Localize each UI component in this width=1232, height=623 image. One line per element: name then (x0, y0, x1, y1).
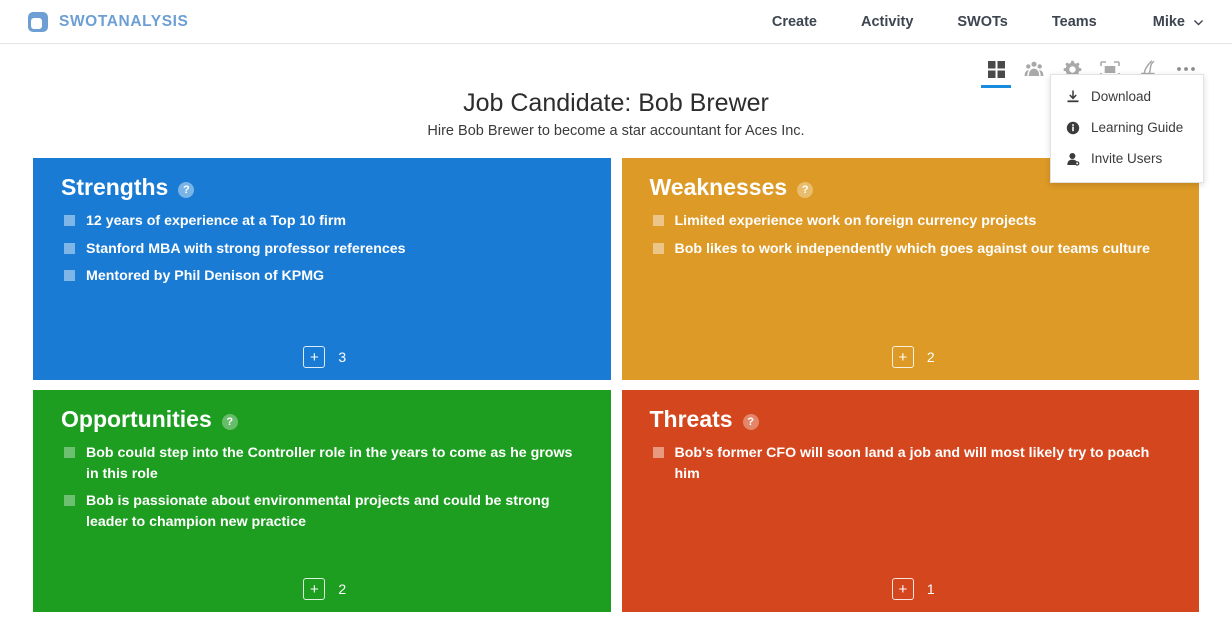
card-title-opportunities: Opportunities (61, 406, 212, 432)
card-footer-strengths: + 3 (61, 346, 589, 368)
nav-item-teams[interactable]: Teams (1030, 14, 1119, 30)
bullet-icon[interactable] (64, 270, 75, 282)
menu-item-download-label: Download (1091, 89, 1152, 104)
info-circle-icon (1065, 120, 1080, 135)
list-item-text: Mentored by Phil Denison of KPMG (86, 268, 325, 285)
grid-view-icon[interactable] (978, 54, 1014, 88)
list-item[interactable]: Bob's former CFO will soon land a job an… (652, 443, 1178, 484)
bullet-icon[interactable] (64, 242, 75, 254)
menu-item-learning-guide-label: Learning Guide (1091, 120, 1184, 135)
nav-item-create[interactable]: Create (750, 14, 839, 30)
question-mark-icon[interactable]: ? (742, 413, 759, 430)
nav-links: Create Activity SWOTs Teams Mike (750, 14, 1210, 30)
item-list-strengths: 12 years of experience at a Top 10 firm … (61, 211, 589, 294)
card-title-strengths: Strengths (61, 174, 169, 200)
download-icon (1065, 89, 1080, 104)
list-item-text: Bob likes to work independently which go… (674, 240, 1150, 257)
team-people-icon[interactable] (1016, 54, 1052, 84)
card-header-opportunities: Opportunities ? (61, 408, 589, 431)
swot-card-weaknesses: Weaknesses ? Limited experience work on … (621, 158, 1199, 380)
swot-card-threats: Threats ? Bob's former CFO will soon lan… (621, 390, 1199, 612)
card-footer-opportunities: + 2 (61, 578, 589, 600)
list-item-text: Bob is passionate about environmental pr… (86, 493, 550, 530)
swot-card-opportunities: Opportunities ? Bob could step into the … (33, 390, 611, 612)
swot-card-strengths: Strengths ? 12 years of experience at a … (33, 158, 611, 380)
item-count: 2 (338, 581, 347, 597)
item-count: 2 (926, 349, 935, 365)
item-list-threats: Bob's former CFO will soon land a job an… (650, 443, 1178, 491)
item-count: 3 (338, 349, 347, 365)
menu-item-learning-guide[interactable]: Learning Guide (1051, 112, 1203, 143)
item-count: 1 (926, 581, 935, 597)
list-item-text: Stanford MBA with strong professor refer… (86, 240, 406, 257)
list-item-text: Limited experience work on foreign curre… (674, 213, 1037, 229)
list-item-text: Bob could step into the Controller role … (86, 445, 573, 482)
question-mark-icon[interactable]: ? (178, 181, 195, 198)
user-menu[interactable]: Mike (1119, 14, 1210, 30)
list-item[interactable]: Limited experience work on foreign curre… (652, 211, 1178, 232)
card-footer-threats: + 1 (650, 578, 1178, 600)
list-item-text: Bob's former CFO will soon land a job an… (674, 445, 1150, 482)
item-list-opportunities: Bob could step into the Controller role … (61, 443, 589, 539)
page-subtitle: Hire Bob Brewer to become a star account… (427, 123, 805, 139)
view-toolbar (0, 44, 1232, 88)
list-item[interactable]: Bob likes to work independently which go… (652, 239, 1178, 260)
menu-item-download[interactable]: Download (1051, 81, 1203, 112)
brand-name: SWOTANALYSIS (59, 12, 189, 30)
list-item[interactable]: 12 years of experience at a Top 10 firm (64, 211, 589, 232)
swot-logo-icon (28, 11, 48, 32)
brand-logo[interactable]: SWOTANALYSIS (28, 11, 189, 32)
top-navbar: SWOTANALYSIS Create Activity SWOTs Teams… (0, 0, 1232, 44)
card-title-weaknesses: Weaknesses (649, 174, 788, 200)
add-item-button[interactable]: + (303, 578, 326, 600)
more-options-dropdown: Download Learning Guide Invite Users (1050, 74, 1204, 183)
menu-item-invite-users-label: Invite Users (1091, 151, 1163, 166)
user-name: Mike (1152, 13, 1185, 30)
card-footer-weaknesses: + 2 (650, 346, 1178, 368)
card-title-threats: Threats (649, 406, 733, 432)
add-item-button[interactable]: + (303, 346, 326, 368)
card-header-strengths: Strengths ? (61, 176, 589, 199)
bullet-icon[interactable] (652, 242, 664, 254)
chevron-down-icon (1193, 16, 1204, 27)
bullet-icon[interactable] (64, 495, 75, 507)
user-add-icon (1065, 151, 1080, 166)
page-header: Job Candidate: Bob Brewer Hire Bob Brewe… (0, 88, 1232, 139)
bullet-icon[interactable] (64, 447, 75, 458)
list-item[interactable]: Stanford MBA with strong professor refer… (64, 239, 589, 260)
card-header-threats: Threats ? (650, 408, 1178, 431)
nav-item-swots[interactable]: SWOTs (935, 14, 1029, 30)
menu-item-invite-users[interactable]: Invite Users (1051, 143, 1203, 174)
list-item-text: 12 years of experience at a Top 10 firm (86, 213, 346, 229)
add-item-button[interactable]: + (891, 578, 914, 600)
page-title: Job Candidate: Bob Brewer (463, 89, 769, 117)
add-item-button[interactable]: + (891, 346, 914, 368)
swot-grid: Strengths ? 12 years of experience at a … (33, 158, 1199, 612)
list-item[interactable]: Bob is passionate about environmental pr… (64, 491, 589, 532)
list-item[interactable]: Mentored by Phil Denison of KPMG (64, 266, 589, 287)
list-item[interactable]: Bob could step into the Controller role … (64, 443, 589, 484)
bullet-icon[interactable] (64, 215, 75, 226)
nav-item-activity[interactable]: Activity (839, 14, 935, 30)
bullet-icon[interactable] (652, 215, 664, 226)
question-mark-icon[interactable]: ? (221, 413, 238, 430)
question-mark-icon[interactable]: ? (797, 181, 814, 198)
bullet-icon[interactable] (652, 447, 664, 458)
item-list-weaknesses: Limited experience work on foreign curre… (650, 211, 1178, 266)
